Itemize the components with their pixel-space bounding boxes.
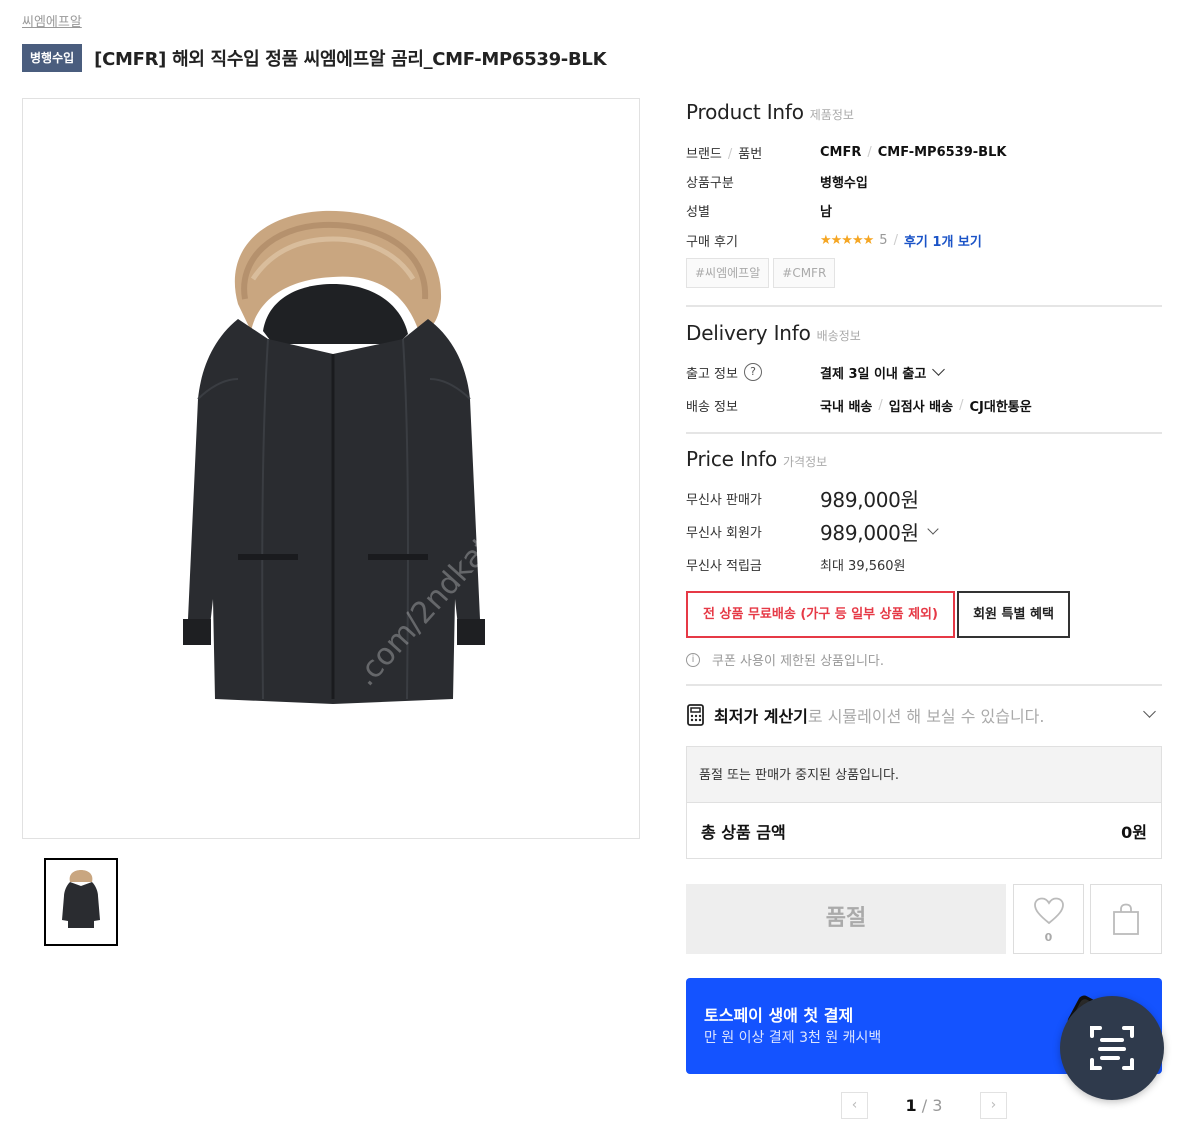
review-link[interactable]: 후기 1개 보기 <box>904 231 982 250</box>
separator: / <box>867 144 872 160</box>
total-row: 총 상품 금액 0원 <box>687 803 1161 859</box>
brand-link[interactable]: CMFR <box>820 145 861 160</box>
coupon-notice-text: 쿠폰 사용이 제한된 상품입니다. <box>712 654 885 669</box>
chevron-down-icon[interactable] <box>1143 705 1156 718</box>
product-no-value: CMF-MP6539-BLK <box>877 144 1007 160</box>
member-benefit-button[interactable]: 회원 특별 혜택 <box>957 591 1070 638</box>
brand-value-group: CMFR / CMF-MP6539-BLK <box>820 145 1006 160</box>
tag-list: #씨엠에프알 #CMFR <box>686 258 1162 288</box>
release-row: 출고 정보 ? 결제 3일 이내 출고 <box>686 361 1162 383</box>
points-label: 무신사 적립금 <box>686 558 762 574</box>
product-main-image[interactable]: .com/2ndkatsuma <box>22 98 640 839</box>
gender-label: 성별 <box>686 204 710 220</box>
coupon-notice: i 쿠폰 사용이 제한된 상품입니다. <box>686 650 884 669</box>
delivery-info-subtitle: 배송정보 <box>816 329 861 343</box>
category-row: 상품구분 병행수입 <box>686 171 1162 191</box>
total-value: 0원 <box>1121 823 1147 842</box>
review-row: 구매 후기 ★★★★★ 5 / 후기 1개 보기 <box>686 230 1162 250</box>
separator: / <box>878 397 883 413</box>
rating-value: 5 <box>879 232 888 248</box>
tag-item[interactable]: #CMFR <box>773 258 836 288</box>
category-label: 상품구분 <box>686 175 734 191</box>
help-icon[interactable]: ? <box>743 363 762 381</box>
current-page: 1 <box>905 1095 917 1115</box>
member-price-row: 무신사 회원가 989,000원 <box>686 517 1162 546</box>
import-badge: 병행수입 <box>22 44 83 72</box>
soldout-message: 품절 또는 판매가 중지된 상품입니다. <box>687 747 1161 803</box>
soldout-button[interactable]: 품절 <box>686 884 1006 954</box>
points-row: 무신사 적립금 최대 39,560원 <box>686 554 1162 574</box>
brand-label-group: 브랜드 / 품번 <box>686 143 820 162</box>
delivery-info-section: Delivery Info 배송정보 <box>686 321 1162 345</box>
order-summary-box: 품절 또는 판매가 중지된 상품입니다. 총 상품 금액 0원 <box>686 746 1162 859</box>
separator: / <box>893 232 898 248</box>
product-info-section: Product Info 제품정보 <box>686 100 1162 124</box>
product-info-subtitle: 제품정보 <box>809 108 854 122</box>
chevron-down-icon[interactable] <box>927 522 939 535</box>
brand-label: 브랜드 <box>686 146 722 162</box>
shipping-value-2: 입점사 배송 <box>888 399 954 415</box>
lowest-price-calculator[interactable]: 최저가 계산기 로 시뮬레이션 해 보실 수 있습니다. <box>686 700 1162 730</box>
calculator-icon <box>687 704 704 726</box>
price-info-section: Price Info 가격정보 <box>686 447 1162 471</box>
release-value[interactable]: 결제 3일 이내 출고 <box>820 363 926 382</box>
gender-value: 남 <box>820 204 832 220</box>
calculator-label: 최저가 계산기 <box>714 707 808 726</box>
cart-button[interactable] <box>1090 884 1162 954</box>
calculator-description: 로 시뮬레이션 해 보실 수 있습니다. <box>807 707 1045 726</box>
divider <box>686 684 1162 686</box>
total-pages: 3 <box>932 1095 943 1115</box>
free-shipping-button[interactable]: 전 상품 무료배송 (가구 등 일부 상품 제외) <box>686 591 955 638</box>
shipping-label: 배송 정보 <box>686 399 738 415</box>
divider <box>686 305 1162 307</box>
release-label-group: 출고 정보 ? <box>686 363 820 382</box>
star-rating: ★★★★★ <box>820 232 874 248</box>
product-thumbnail[interactable] <box>44 858 118 946</box>
promo-subtitle: 만 원 이상 결제 3천 원 캐시백 <box>704 1030 882 1046</box>
price-info-title: Price Info <box>686 447 777 471</box>
category-value: 병행수입 <box>820 175 868 191</box>
points-value: 최대 39,560원 <box>820 558 906 574</box>
separator: / <box>727 146 733 162</box>
review-label: 구매 후기 <box>686 234 738 250</box>
product-info-title: Product Info <box>686 100 804 124</box>
chevron-down-icon[interactable] <box>932 363 946 376</box>
sale-price-label: 무신사 판매가 <box>686 492 762 508</box>
prev-page-button[interactable]: ‹ <box>841 1091 868 1119</box>
shipping-row: 배송 정보 국내 배송 / 입점사 배송 / CJ대한통운 <box>686 395 1162 415</box>
separator: / <box>959 397 964 413</box>
delivery-info-title: Delivery Info <box>686 321 811 345</box>
product-no-label: 품번 <box>738 146 763 162</box>
product-title: [CMFR] 해외 직수입 정품 씨엠에프알 곰리_CMF-MP6539-BLK <box>94 49 607 70</box>
promo-pager: ‹ 1 / 3 › <box>841 1090 1007 1120</box>
like-button[interactable]: 0 <box>1013 884 1084 954</box>
sale-price-value: 989,000원 <box>820 487 919 512</box>
page-indicator: 1 / 3 <box>905 1095 943 1115</box>
tag-item[interactable]: #씨엠에프알 <box>686 258 770 288</box>
member-price-value[interactable]: 989,000원 <box>820 517 919 546</box>
like-count: 0 <box>1044 931 1053 944</box>
brand-row: 브랜드 / 품번 CMFR / CMF-MP6539-BLK <box>686 142 1162 162</box>
breadcrumb[interactable]: 씨엠에프알 <box>22 11 82 30</box>
scan-text-icon <box>1090 1026 1134 1070</box>
gender-row: 성별 남 <box>686 200 1162 220</box>
divider <box>686 432 1162 434</box>
total-label: 총 상품 금액 <box>701 823 786 842</box>
shopping-bag-icon <box>1113 903 1139 935</box>
release-label: 출고 정보 <box>686 366 738 382</box>
shipping-value-1: 국내 배송 <box>820 399 873 415</box>
sale-price-row: 무신사 판매가 989,000원 <box>686 485 1162 512</box>
thumbnail-image <box>62 870 100 928</box>
price-info-subtitle: 가격정보 <box>783 455 828 469</box>
jacket-image: .com/2ndkatsuma <box>183 210 555 704</box>
scan-fab-button[interactable] <box>1060 996 1164 1100</box>
info-icon: i <box>686 652 700 667</box>
promo-title: 토스페이 생애 첫 결제 <box>704 1006 854 1025</box>
next-page-button[interactable]: › <box>979 1091 1007 1119</box>
shipping-value-3: CJ대한통운 <box>969 399 1032 415</box>
title-row: 병행수입 [CMFR] 해외 직수입 정품 씨엠에프알 곰리_CMF-MP653… <box>22 44 607 72</box>
heart-icon <box>1033 897 1064 925</box>
member-price-label: 무신사 회원가 <box>686 525 762 541</box>
